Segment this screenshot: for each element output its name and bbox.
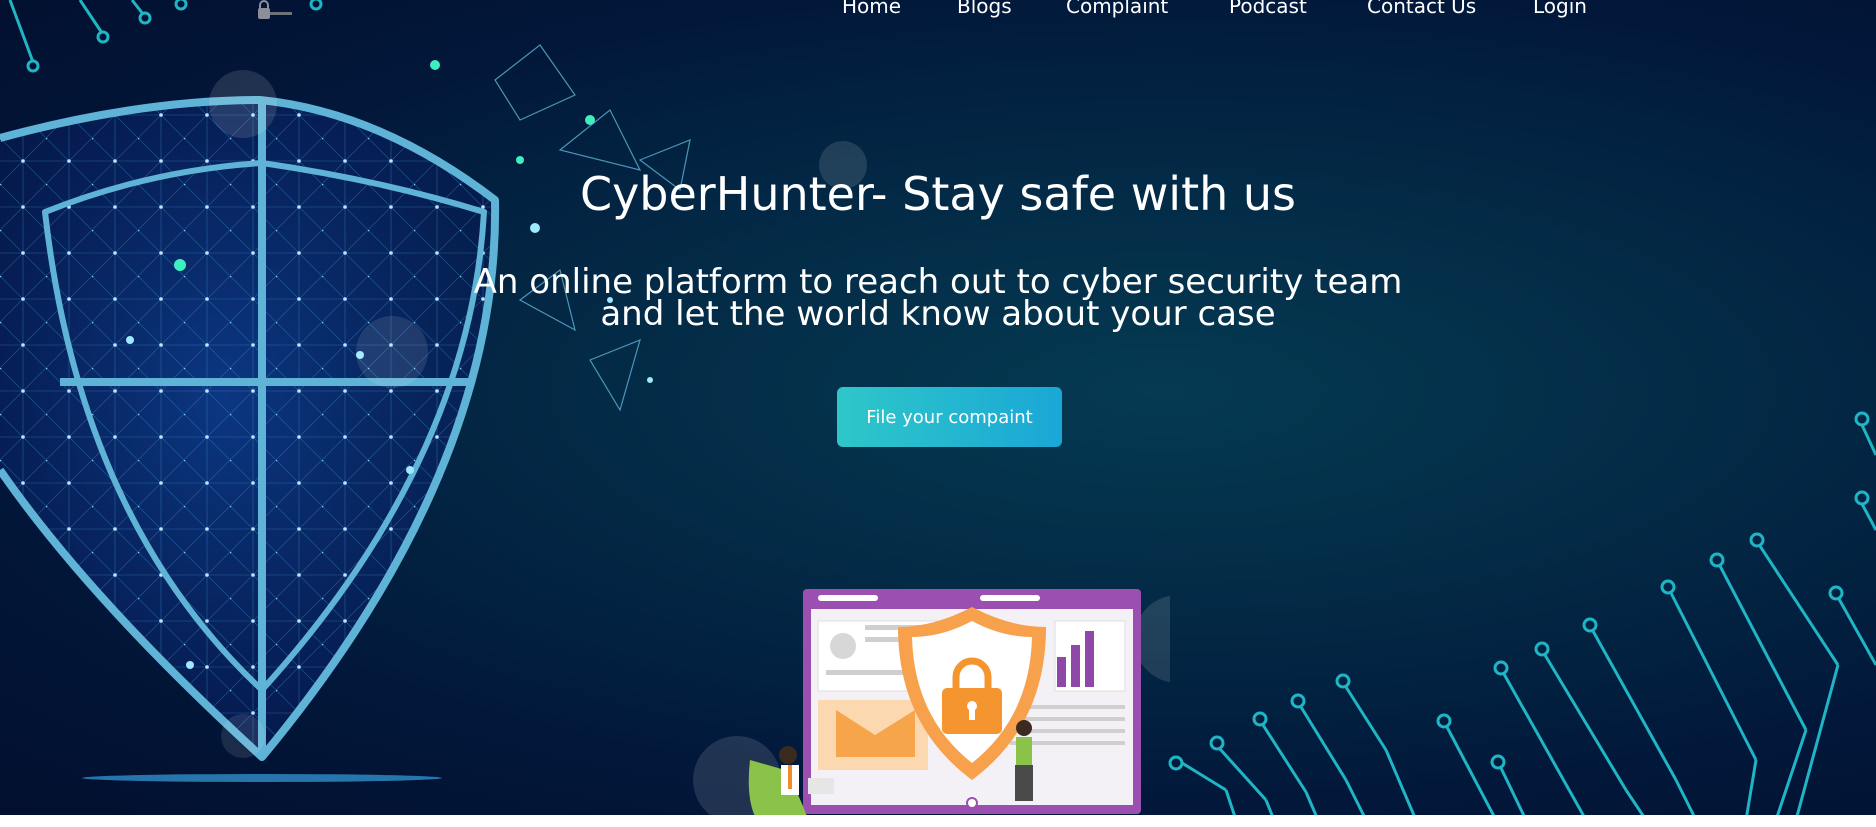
file-complaint-button[interactable]: File your compaint	[837, 387, 1062, 447]
nav-login[interactable]: Login	[1533, 0, 1587, 18]
nav-podcast[interactable]: Podcast	[1229, 0, 1307, 18]
digital-shield-illustration	[0, 44, 691, 782]
nav-contact-us[interactable]: Contact Us	[1367, 0, 1476, 18]
nav-complaint[interactable]: Complaint	[1066, 0, 1168, 18]
hero-section: Home Blogs Complaint Podcast Contact Us …	[0, 0, 1876, 815]
hero-subtitle-line2: and let the world know about your case	[600, 294, 1276, 334]
circuit-lines-bottom-right	[1168, 411, 1876, 815]
nav-home[interactable]: Home	[842, 0, 901, 18]
hero-title: CyberHunter- Stay safe with us	[579, 167, 1297, 221]
hero-subtitle: An online platform to reach out to cyber…	[0, 265, 1876, 334]
nav-blogs[interactable]: Blogs	[957, 0, 1012, 18]
security-monitor-illustration	[693, 589, 1170, 815]
